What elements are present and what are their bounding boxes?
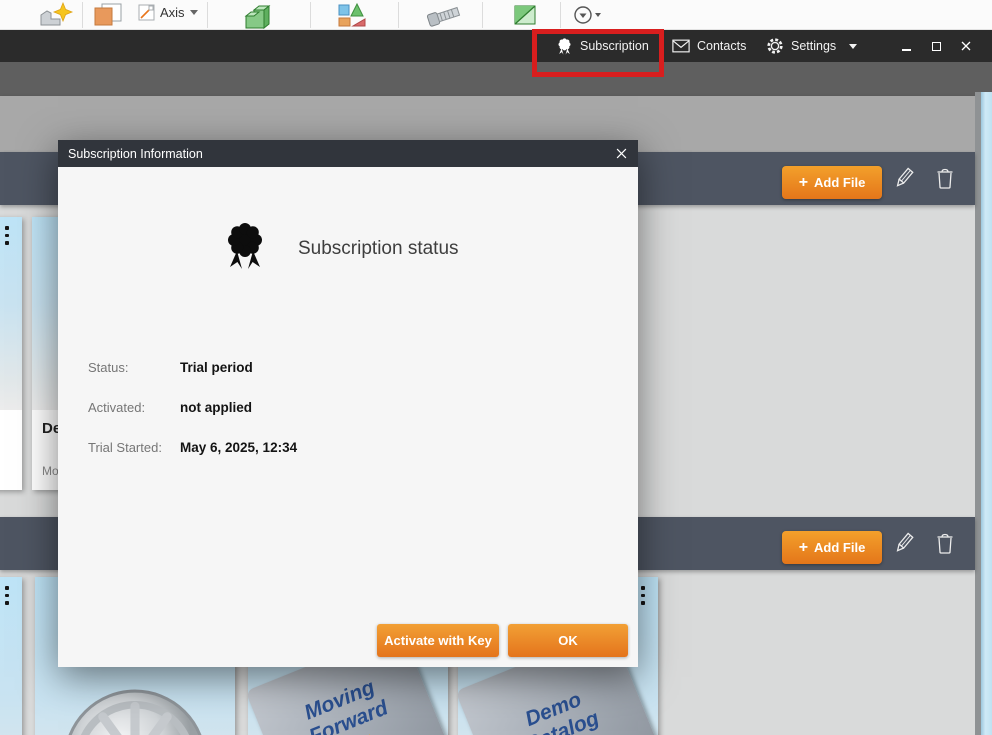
card-menu-icon[interactable]	[5, 226, 9, 245]
subscription-dialog: Subscription Information Subscription st…	[58, 140, 638, 667]
axis-dropdown[interactable]: Axis	[138, 4, 198, 21]
activated-label: Activated:	[88, 400, 145, 415]
close-icon	[616, 148, 627, 159]
add-file-button[interactable]: + Add File	[782, 531, 882, 564]
chevron-down-icon	[849, 44, 857, 49]
extrude-step-icon[interactable]	[242, 2, 272, 29]
award-badge-icon	[221, 220, 269, 272]
screw-icon[interactable]	[425, 2, 463, 29]
delete-section-icon[interactable]	[934, 531, 956, 555]
ok-button[interactable]: OK	[508, 624, 628, 657]
ribbon-divider	[398, 2, 399, 28]
status-value: Trial period	[180, 360, 253, 375]
dialog-title: Subscription Information	[68, 147, 203, 161]
primitives-icon[interactable]	[337, 2, 367, 29]
axis-icon	[138, 4, 155, 21]
background-band-dark	[0, 62, 992, 96]
right-edge-strip	[981, 92, 992, 735]
ribbon-divider	[82, 2, 83, 28]
chevron-down-icon	[190, 10, 198, 15]
window-titlebar: Subscription Contacts Settings	[0, 30, 992, 62]
award-badge-icon	[556, 37, 573, 56]
envelope-icon	[672, 39, 690, 53]
card-preview	[0, 217, 22, 410]
card-subtitle: Mo	[42, 464, 59, 478]
close-icon	[961, 41, 971, 51]
add-file-button[interactable]: + Add File	[782, 166, 882, 199]
catalog-card[interactable]	[0, 217, 22, 490]
edit-section-icon[interactable]	[893, 531, 915, 555]
gear-icon	[766, 37, 784, 55]
catalog-card[interactable]	[0, 577, 22, 735]
contacts-menu-button[interactable]: Contacts	[672, 30, 746, 62]
more-tools-icon[interactable]	[573, 5, 603, 25]
section-icon[interactable]	[512, 2, 540, 28]
activated-value: not applied	[180, 400, 252, 415]
close-button[interactable]	[952, 30, 980, 62]
alloy-wheel-image	[59, 685, 211, 735]
dialog-close-button[interactable]	[610, 143, 632, 164]
status-label: Status:	[88, 360, 128, 375]
cad-ribbon-toolbar: Axis	[0, 0, 992, 30]
subscription-menu-button[interactable]: Subscription	[556, 30, 649, 62]
activate-with-key-button[interactable]: Activate with Key	[377, 624, 499, 657]
ribbon-divider	[482, 2, 483, 28]
ribbon-divider	[310, 2, 311, 28]
card-menu-icon[interactable]	[5, 586, 9, 605]
ribbon-divider	[560, 2, 561, 28]
new-part-icon[interactable]	[36, 2, 74, 28]
settings-label: Settings	[791, 39, 836, 53]
delete-section-icon[interactable]	[934, 166, 956, 190]
trial-started-label: Trial Started:	[88, 440, 162, 455]
add-file-label: Add File	[814, 540, 865, 555]
app-window: Axis	[0, 0, 992, 735]
plus-icon: +	[799, 175, 808, 191]
box-feature-icon[interactable]	[93, 2, 123, 28]
axis-label: Axis	[160, 5, 185, 20]
trial-started-value: May 6, 2025, 12:34	[180, 440, 297, 455]
add-file-label: Add File	[814, 175, 865, 190]
card-menu-icon[interactable]	[641, 586, 645, 605]
settings-menu-button[interactable]: Settings	[766, 30, 857, 62]
subscription-label: Subscription	[580, 39, 649, 53]
plus-icon: +	[799, 540, 808, 556]
ribbon-divider	[207, 2, 208, 28]
minimize-button[interactable]	[892, 30, 920, 62]
card-preview	[0, 577, 22, 735]
dialog-heading: Subscription status	[298, 238, 459, 260]
contacts-label: Contacts	[697, 39, 746, 53]
dialog-titlebar: Subscription Information	[58, 140, 638, 167]
maximize-button[interactable]	[922, 30, 950, 62]
edit-section-icon[interactable]	[893, 166, 915, 190]
